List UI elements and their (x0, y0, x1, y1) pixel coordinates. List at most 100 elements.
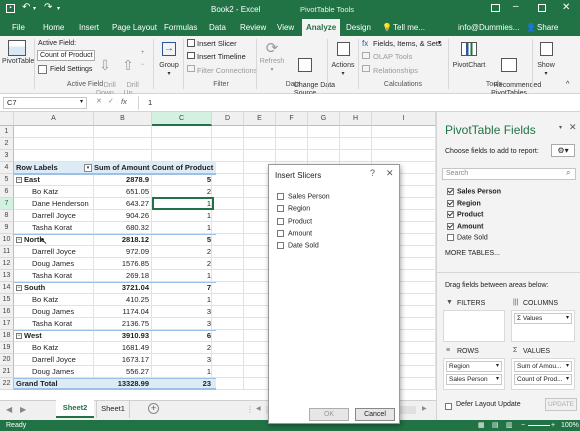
salesperson-label[interactable]: Bo Katz (30, 294, 92, 306)
ok-button[interactable]: OK (309, 408, 349, 421)
dialog-close-icon[interactable]: ✕ (386, 168, 394, 179)
name-box-dropdown-icon[interactable]: ▾ (80, 98, 83, 105)
tools-gear-icon[interactable]: ⚙▾ (551, 144, 575, 157)
row-header[interactable]: 12 (0, 258, 14, 270)
dialog-help-icon[interactable]: ? (370, 168, 375, 178)
insert-timeline-button[interactable]: Insert Timeline (197, 52, 246, 61)
zoom-in-icon[interactable]: + (551, 420, 555, 431)
row-header[interactable]: 16 (0, 306, 14, 318)
sum-cell[interactable]: 3721.04 (94, 282, 152, 294)
tab-home[interactable]: Home (43, 19, 64, 36)
sum-cell[interactable]: 410.25 (94, 294, 152, 306)
sum-cell[interactable]: 904.26 (94, 210, 152, 222)
column-header[interactable]: E (244, 112, 276, 126)
active-field-input[interactable]: Count of Product (37, 50, 95, 61)
row-header[interactable]: 17 (0, 318, 14, 330)
sheet-tab-sheet2[interactable]: Sheet2 (56, 400, 94, 418)
show-button[interactable]: Show ▾ (534, 40, 558, 78)
row-header[interactable]: 8 (0, 210, 14, 222)
count-cell[interactable]: 5 (152, 234, 214, 246)
sum-cell[interactable]: 680.32 (94, 222, 152, 234)
sum-cell[interactable]: 3910.93 (94, 330, 152, 342)
row-header[interactable]: 19 (0, 342, 14, 354)
salesperson-label[interactable]: Darrell Joyce (30, 354, 92, 366)
pivotchart-button[interactable]: PivotChart (452, 40, 486, 70)
columns-values-item[interactable]: Σ Values ▾ (514, 313, 572, 324)
pivot-field-checkbox[interactable] (447, 234, 454, 241)
count-cell[interactable]: 3 (152, 354, 214, 366)
values-item-count-product[interactable]: Count of Prod... ▾ (514, 374, 572, 385)
filters-area[interactable] (443, 310, 505, 342)
page-break-view-icon[interactable]: ▥ (506, 420, 513, 431)
row-labels-header[interactable]: Row Labels (14, 162, 94, 174)
row-header[interactable]: 13 (0, 270, 14, 282)
pivot-field-item[interactable]: Sales Person (447, 188, 501, 195)
olap-tools-button[interactable]: OLAP Tools (373, 52, 412, 61)
tab-design[interactable]: Design (346, 19, 371, 36)
row-header[interactable]: 5 (0, 174, 14, 186)
salesperson-label[interactable]: Dane Henderson (30, 198, 92, 210)
select-all-corner[interactable] (0, 112, 14, 126)
more-tables-link[interactable]: MORE TABLES... (445, 250, 500, 257)
update-button[interactable]: UPDATE (545, 398, 577, 411)
count-cell[interactable]: 1 (152, 270, 214, 282)
hscroll-right-icon[interactable]: ▶ (422, 405, 427, 412)
pivot-field-item[interactable]: Amount (447, 222, 483, 230)
column-header[interactable]: B (94, 112, 152, 126)
ribbon-display-icon[interactable] (491, 4, 500, 12)
rows-item-sales-person[interactable]: Sales Person ▾ (446, 374, 502, 385)
region-label[interactable]: South (22, 282, 92, 294)
field-settings-button[interactable]: Field Settings (50, 66, 92, 73)
count-cell[interactable]: 3 (152, 306, 214, 318)
row-header[interactable]: 20 (0, 354, 14, 366)
sum-cell[interactable]: 2818.12 (94, 234, 152, 246)
save-icon[interactable]: ▪ (6, 4, 15, 13)
prev-sheet-icon[interactable]: ◀ (6, 405, 12, 414)
slicer-field-checkbox[interactable] (277, 205, 284, 213)
slicer-field-checkbox[interactable] (277, 217, 284, 225)
tab-file[interactable]: File (12, 19, 25, 36)
minimize-icon[interactable]: – (513, 1, 519, 12)
salesperson-label[interactable]: Tasha Korat (30, 318, 92, 330)
pivot-field-checkbox[interactable] (447, 199, 454, 207)
pane-options-icon[interactable]: ▾ (559, 124, 562, 131)
count-cell[interactable]: 1 (152, 366, 214, 378)
undo-icon[interactable]: ↶ (22, 2, 30, 13)
column-header[interactable]: H (340, 112, 372, 126)
count-cell[interactable]: 2 (152, 258, 214, 270)
column-header[interactable]: G (308, 112, 340, 126)
salesperson-label[interactable]: Bo Katz (30, 186, 92, 198)
defer-layout-checkbox[interactable] (445, 403, 452, 411)
cancel-entry-icon[interactable]: ✕ (96, 97, 102, 105)
grand-total-count[interactable]: 23 (152, 378, 214, 390)
new-sheet-icon[interactable]: + (148, 403, 159, 414)
count-cell[interactable]: 1 (152, 210, 214, 222)
confirm-entry-icon[interactable]: ✓ (108, 97, 114, 105)
relationships-button[interactable]: Relationships (373, 66, 418, 75)
columns-area[interactable]: Σ Values ▾ (511, 310, 575, 342)
sum-cell[interactable]: 972.09 (94, 246, 152, 258)
slicer-field-item[interactable]: Amount (277, 229, 391, 242)
salesperson-label[interactable]: Tasha Korat (30, 222, 92, 234)
maximize-icon[interactable] (538, 4, 546, 12)
salesperson-label[interactable]: Tasha Korat (30, 270, 92, 282)
pivot-field-item[interactable]: Date Sold (447, 234, 488, 241)
tab-view[interactable]: View (277, 19, 294, 36)
count-cell[interactable]: 2 (152, 246, 214, 258)
row-header[interactable]: 9 (0, 222, 14, 234)
tell-me-box[interactable]: Tell me... (393, 19, 425, 36)
row-header[interactable]: 15 (0, 294, 14, 306)
pivot-field-checkbox[interactable] (447, 211, 454, 218)
rows-area[interactable]: Region ▾ Sales Person ▾ (443, 358, 505, 390)
row-header[interactable]: 14 (0, 282, 14, 294)
column-header[interactable]: F (276, 112, 308, 126)
sum-cell[interactable]: 643.27 (94, 198, 152, 210)
tab-review[interactable]: Review (240, 19, 266, 36)
field-search-input[interactable]: Search (442, 168, 576, 180)
salesperson-label[interactable]: Doug James (30, 306, 92, 318)
count-cell[interactable]: 3 (152, 318, 214, 330)
column-header[interactable]: I (372, 112, 436, 126)
sum-cell[interactable]: 1681.49 (94, 342, 152, 354)
undo-dropdown-icon[interactable]: ▾ (33, 5, 36, 12)
sum-cell[interactable]: 1174.04 (94, 306, 152, 318)
